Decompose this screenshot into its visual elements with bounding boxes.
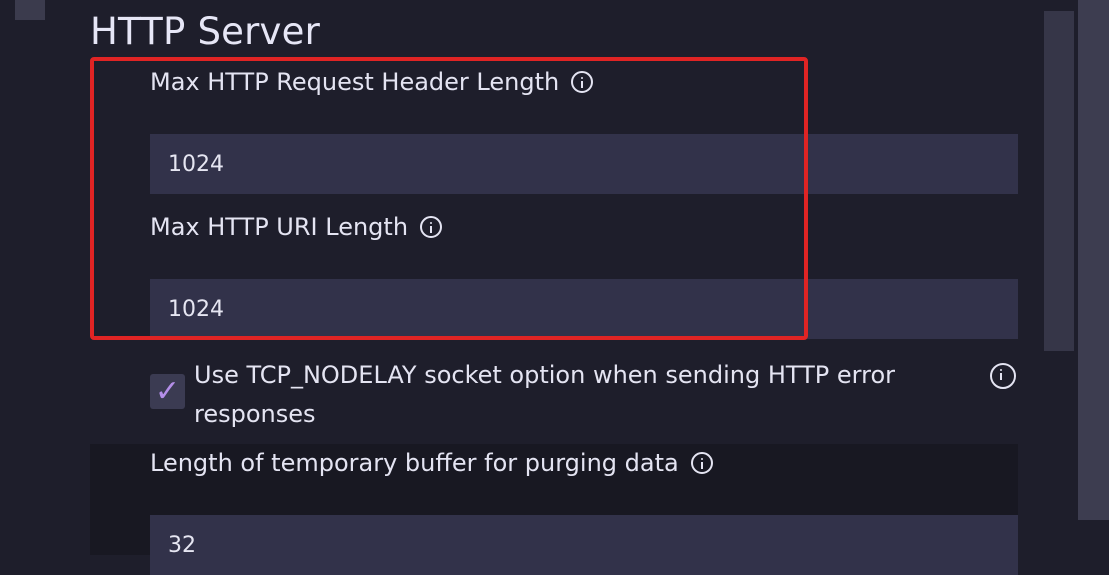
section-title: HTTP Server <box>90 10 320 53</box>
max-uri-length-label: Max HTTP URI Length <box>150 213 409 241</box>
check-icon: ✓ <box>154 374 181 409</box>
info-icon[interactable] <box>420 216 443 238</box>
max-uri-length-input[interactable] <box>150 279 1018 339</box>
outer-scrollbar-thumb[interactable] <box>1078 0 1109 520</box>
max-header-length-label: Max HTTP Request Header Length <box>150 68 560 96</box>
inner-scrollbar-thumb[interactable] <box>1044 11 1074 351</box>
max-header-length-input[interactable] <box>150 134 1018 194</box>
purge-buffer-label-row: Length of temporary buffer for purging d… <box>150 449 713 477</box>
info-icon[interactable] <box>690 452 713 474</box>
purge-buffer-label: Length of temporary buffer for purging d… <box>150 449 679 477</box>
purge-buffer-input[interactable] <box>150 515 1018 575</box>
info-icon[interactable] <box>990 363 1016 389</box>
corner-tab <box>15 0 45 20</box>
max-uri-length-label-row: Max HTTP URI Length <box>150 213 443 241</box>
info-icon[interactable] <box>571 71 594 93</box>
tcp-nodelay-label[interactable]: Use TCP_NODELAY socket option when sendi… <box>194 356 954 434</box>
max-header-length-label-row: Max HTTP Request Header Length <box>150 68 594 96</box>
tcp-nodelay-checkbox[interactable]: ✓ <box>150 374 185 409</box>
